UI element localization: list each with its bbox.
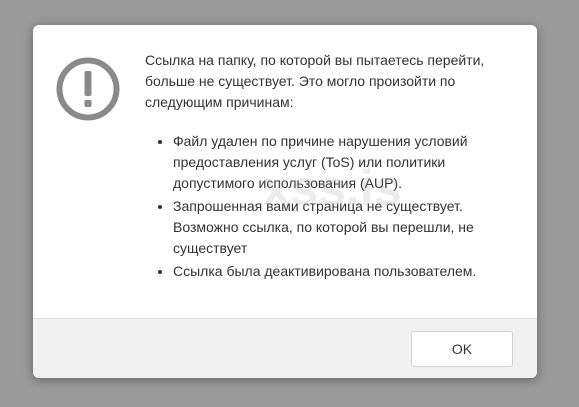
ok-button[interactable]: OK [411, 331, 513, 367]
reasons-list: Файл удален по причине нарушения условий… [145, 131, 520, 282]
dialog-body: Ссылка на папку, по которой вы пытаетесь… [33, 25, 537, 318]
dialog-footer: OK [33, 318, 537, 378]
dialog-intro-text: Ссылка на папку, по которой вы пытаетесь… [145, 52, 485, 110]
exclamation-circle-icon [56, 57, 120, 121]
reason-item: Запрошенная вами страница не существует.… [173, 196, 520, 259]
dialog-message: Ссылка на папку, по которой вы пытаетесь… [145, 50, 520, 284]
reason-item: Файл удален по причине нарушения условий… [173, 131, 520, 194]
error-dialog: Ссылка на папку, по которой вы пытаетесь… [33, 25, 537, 378]
reason-item: Ссылка была деактивирована пользователем… [173, 261, 520, 282]
